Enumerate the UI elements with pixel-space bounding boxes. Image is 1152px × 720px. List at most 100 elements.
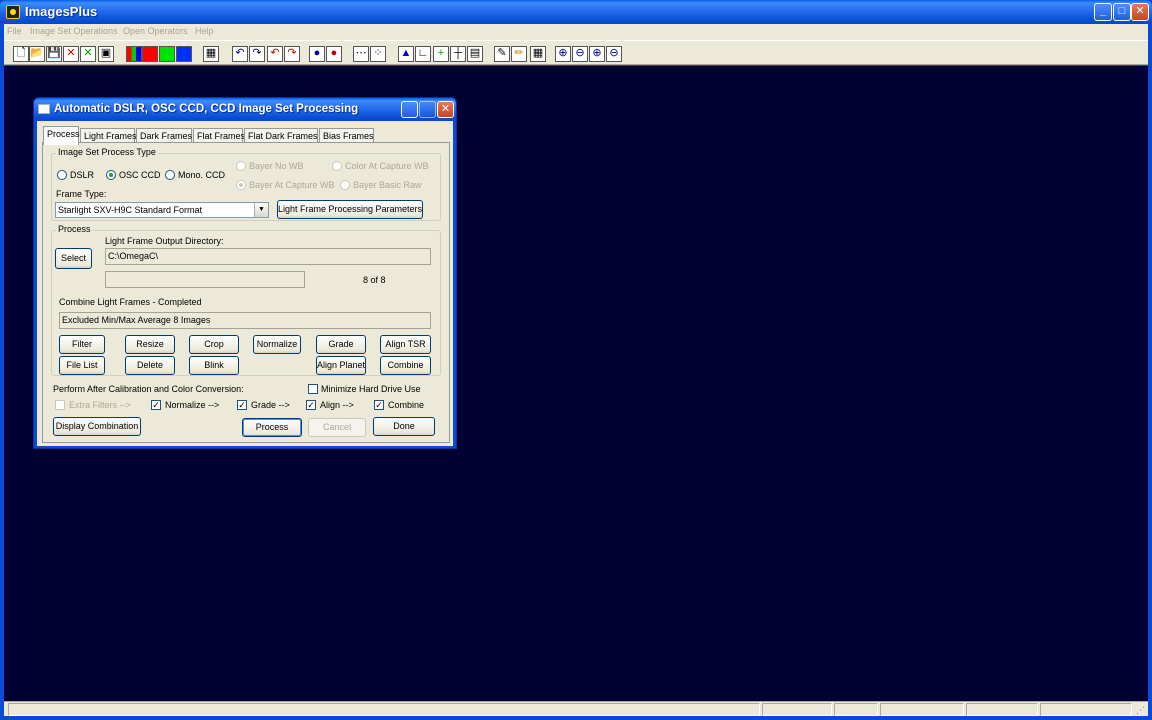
dialog-close-button[interactable]: ✕ [437,101,454,118]
minimize-hard-drive-label: Minimize Hard Drive Use [321,384,421,394]
minimize-hard-drive-checkbox[interactable] [308,384,318,394]
brush-icon[interactable]: ✎ [494,46,510,62]
delete-button[interactable]: Delete [125,356,175,375]
display-combination-button[interactable]: Display Combination [53,417,141,436]
resize-button[interactable]: Resize [125,335,175,354]
filter-button[interactable]: Filter [59,335,105,354]
extra-filters-checkbox [55,400,65,410]
table-icon[interactable]: ▤ [467,46,483,62]
tab-process[interactable]: Process [43,126,80,145]
matrix-icon[interactable]: ▦ [530,46,546,62]
undo-icon[interactable]: ↶ [232,46,248,62]
grade-checkbox[interactable]: ✓ [237,400,247,410]
align-planet-button[interactable]: Align Planet [316,356,366,375]
window-icon[interactable]: ▣ [98,46,114,62]
select-dir-button[interactable]: Select [55,248,92,269]
undo-red-icon[interactable]: ↶ [267,46,283,62]
close-button[interactable]: ✕ [1131,3,1149,21]
app-titlebar[interactable]: ImagesPlus _ □ ✕ [0,0,1152,24]
light-frame-params-button[interactable]: Light Frame Processing Parameters [277,200,423,219]
crosshair-icon[interactable]: ┼ [450,46,466,62]
green-channel-icon[interactable] [159,46,175,62]
radio-color-at-capture-wb-label: Color At Capture WB [345,161,429,171]
redo-red-icon[interactable]: ↷ [284,46,300,62]
normalize-button[interactable]: Normalize [253,335,301,354]
red-channel-icon[interactable] [142,46,158,62]
process-type-group: Image Set Process Type DSLR OSC CCD Mono… [51,147,441,221]
radio-bayer-no-wb-label: Bayer No WB [249,161,304,171]
blue-channel-icon[interactable] [176,46,192,62]
points-icon[interactable]: ⁘ [370,46,386,62]
extra-filters-label: Extra Filters --> [69,400,131,410]
dialog-minimize-button[interactable] [401,101,418,118]
normalize-checkbox[interactable]: ✓ [151,400,161,410]
grid-icon[interactable]: ▦ [203,46,219,62]
grade-button[interactable]: Grade [316,335,366,354]
radio-mono-ccd[interactable] [165,170,175,180]
curve-icon[interactable]: ∟ [415,46,431,62]
combine-button[interactable]: Combine [380,356,431,375]
output-dir-field[interactable]: C:\OmegaC\ [105,248,431,265]
pencil-icon[interactable]: ✏ [511,46,527,62]
close-red-icon[interactable]: ✕ [63,46,79,62]
app-icon[interactable] [6,5,20,19]
combine-checkbox[interactable]: ✓ [374,400,384,410]
progress-bar [105,271,305,288]
statusbar: ⋰ [4,701,1148,716]
maximize-button[interactable]: □ [1113,3,1131,21]
process-button[interactable]: Process [242,418,302,437]
histogram-icon[interactable]: ▲ [398,46,414,62]
align-checkbox[interactable]: ✓ [306,400,316,410]
radio-bayer-at-capture-wb [236,180,246,190]
menu-open-operators[interactable]: Open Operators [123,26,188,36]
process-group: Process Light Frame Output Directory: Se… [51,224,441,376]
save-icon[interactable]: 💾 [46,46,62,62]
menu-help[interactable]: Help [195,26,214,36]
crop-button[interactable]: Crop [189,335,239,354]
chevron-down-icon[interactable]: ▼ [254,203,268,217]
status-label: Combine Light Frames - Completed [59,297,202,307]
radio-dslr[interactable] [57,170,67,180]
open-folder-icon[interactable]: 📂 [29,46,45,62]
radio-osc-ccd-label: OSC CCD [119,170,161,180]
dialog-titlebar[interactable]: Automatic DSLR, OSC CCD, CCD Image Set P… [34,98,456,121]
blink-button[interactable]: Blink [189,356,239,375]
minimize-button[interactable]: _ [1094,3,1112,21]
toolbar: 🗋 📂 💾 ✕ ✕ ▣ ▦ ↶ ↷ ↶ ↷ ● ● ⋯ ⁘ ▲ ∟ + ┼ ▤ ✎ ✏ ▦ ⊕ ⊖ ⊕ ⊖ [4,40,1148,65]
grade-checkbox-label: Grade --> [251,400,290,410]
dialog-body: Process Light Frames Dark Frames Flat Fr… [37,121,453,446]
radio-bayer-no-wb [236,161,246,171]
redo-icon[interactable]: ↷ [249,46,265,62]
dots-icon[interactable]: ⋯ [353,46,369,62]
menu-file[interactable]: File [7,26,22,36]
crosshair-green-icon[interactable]: + [433,46,449,62]
status-detail-field: Excluded Min/Max Average 8 Images [59,312,431,329]
new-file-icon[interactable]: 🗋 [13,46,29,62]
combine-checkbox-label: Combine [388,400,425,410]
zoom-out-icon[interactable]: ⊖ [572,46,588,62]
menu-image-set-operations[interactable]: Image Set Operations [30,26,118,36]
zoom-in-icon[interactable]: ⊕ [555,46,571,62]
image-set-processing-dialog: Automatic DSLR, OSC CCD, CCD Image Set P… [33,97,457,449]
rgb-icon[interactable] [126,46,142,62]
radio-bayer-basic-raw-label: Bayer Basic Raw [353,180,422,190]
frame-type-value: Starlight SXV-H9C Standard Format [58,205,203,215]
progress-count: 8 of 8 [363,275,386,285]
radio-bayer-basic-raw [340,180,350,190]
status-panel-6 [1040,703,1132,716]
file-list-button[interactable]: File List [59,356,105,375]
radio-osc-ccd[interactable] [106,170,116,180]
zoom-fit-icon[interactable]: ⊕ [589,46,605,62]
frame-type-select[interactable]: Starlight SXV-H9C Standard Format ▼ [55,202,269,218]
align-tsr-button[interactable]: Align TSR [380,335,431,354]
close-green-icon[interactable]: ✕ [80,46,96,62]
dot-blue-icon[interactable]: ● [309,46,325,62]
app-title: ImagesPlus [25,4,98,19]
frame-type-label: Frame Type: [56,189,107,199]
cancel-button: Cancel [308,418,366,437]
zoom-reset-icon[interactable]: ⊖ [606,46,622,62]
status-panel-4 [880,703,964,716]
resize-grip-icon[interactable]: ⋰ [1136,705,1145,716]
dot-red-icon[interactable]: ● [326,46,342,62]
done-button[interactable]: Done [373,417,435,436]
